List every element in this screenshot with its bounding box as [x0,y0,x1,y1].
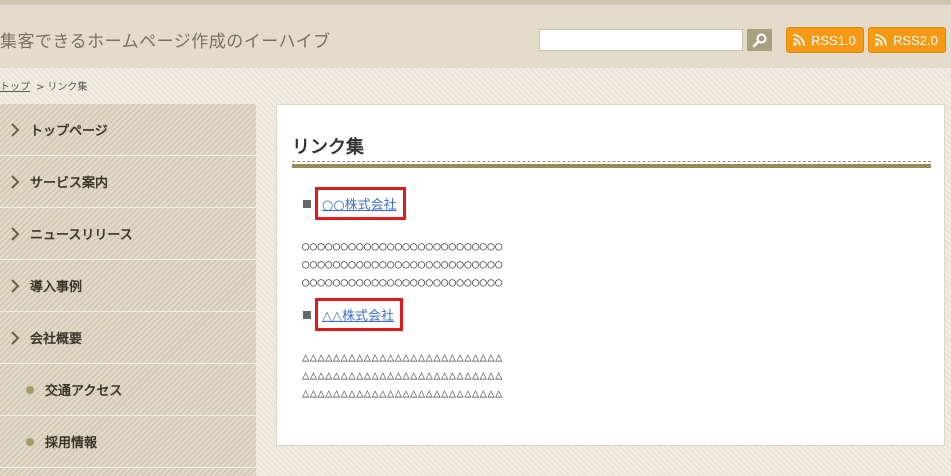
chevron-right-icon [11,330,20,345]
sidebar-item-company[interactable]: 会社概要 [0,312,256,364]
breadcrumb-home-link[interactable]: トップ [0,82,30,93]
sidebar-item-label: サービス案内 [30,176,109,191]
entry-description: △△△△△△△△△△△△△△△△△△△△△△△△△△ △△△△△△△△△△△△△△… [302,348,503,402]
chevron-right-icon [11,278,20,293]
rss1-button[interactable]: RSS1.0 [786,27,864,53]
entry-description: ○○○○○○○○○○○○○○○○○○○○○○○○○○ ○○○○○○○○○○○○○○… [302,237,503,291]
search-button[interactable] [747,29,772,51]
sidebar-item-cases[interactable]: 導入事例 [0,260,256,312]
site-title[interactable]: 集客できるホームページ作成のイーハイブ [0,27,331,52]
bullet-dot-icon [26,385,34,394]
breadcrumb: トップ > リンク集 [0,78,87,93]
sidebar-item-services[interactable]: サービス案内 [0,156,256,208]
link-entry: ○○株式会社 [303,187,406,220]
sidebar-item-label: トップページ [30,124,108,139]
highlight-box: ○○株式会社 [315,187,406,220]
rss-icon [793,34,805,46]
rss-icon [875,34,887,46]
link-entry: △△株式会社 [303,298,403,331]
sidebar-nav: トップページ サービス案内 ニュースリリース 導入事例 会社概要 交通アクセス … [0,104,256,476]
bullet-dot-icon [26,437,34,446]
sidebar-item-news[interactable]: ニュースリリース [0,208,256,260]
rss1-label: RSS1.0 [811,32,856,48]
company-link[interactable]: ○○株式会社 [322,198,397,213]
chevron-right-icon [11,122,20,137]
sidebar-subitem-recruit[interactable]: 採用情報 [0,416,256,468]
description-line: ○○○○○○○○○○○○○○○○○○○○○○○○○○ [302,275,503,289]
rss2-label: RSS2.0 [893,32,938,48]
sidebar-subitem-label: 採用情報 [45,436,98,451]
breadcrumb-current: リンク集 [47,82,88,93]
sidebar-subitem-access[interactable]: 交通アクセス [0,364,256,416]
description-line: ○○○○○○○○○○○○○○○○○○○○○○○○○○ [302,239,503,253]
sidebar-item-label: 会社概要 [30,332,83,347]
description-line: △△△△△△△△△△△△△△△△△△△△△△△△△△ [302,386,503,400]
square-bullet-icon [303,310,311,319]
highlight-box: △△株式会社 [315,298,403,331]
description-line: △△△△△△△△△△△△△△△△△△△△△△△△△△ [302,350,503,364]
sidebar-item-label: 導入事例 [30,280,83,295]
breadcrumb-separator: > [36,82,45,93]
search-input[interactable] [539,29,743,51]
chevron-right-icon [11,226,20,241]
rss2-button[interactable]: RSS2.0 [868,27,946,53]
page-title: リンク集 [292,137,364,158]
sidebar-item-top[interactable]: トップページ [0,104,256,156]
site-header: 集客できるホームページ作成のイーハイブ RSS1.0 RSS2.0 [0,0,951,68]
description-line: ○○○○○○○○○○○○○○○○○○○○○○○○○○ [302,257,503,271]
description-line: △△△△△△△△△△△△△△△△△△△△△△△△△△ [302,368,503,382]
company-link[interactable]: △△株式会社 [322,309,394,324]
title-divider [292,161,931,168]
search-icon [752,33,766,48]
chevron-right-icon [11,174,20,189]
sidebar-subitem-label: 交通アクセス [45,384,123,399]
main-content: リンク集 ○○株式会社 ○○○○○○○○○○○○○○○○○○○○○○○○○○ ○○… [276,104,945,446]
square-bullet-icon [303,199,311,208]
sidebar-item-label: ニュースリリース [30,228,133,243]
